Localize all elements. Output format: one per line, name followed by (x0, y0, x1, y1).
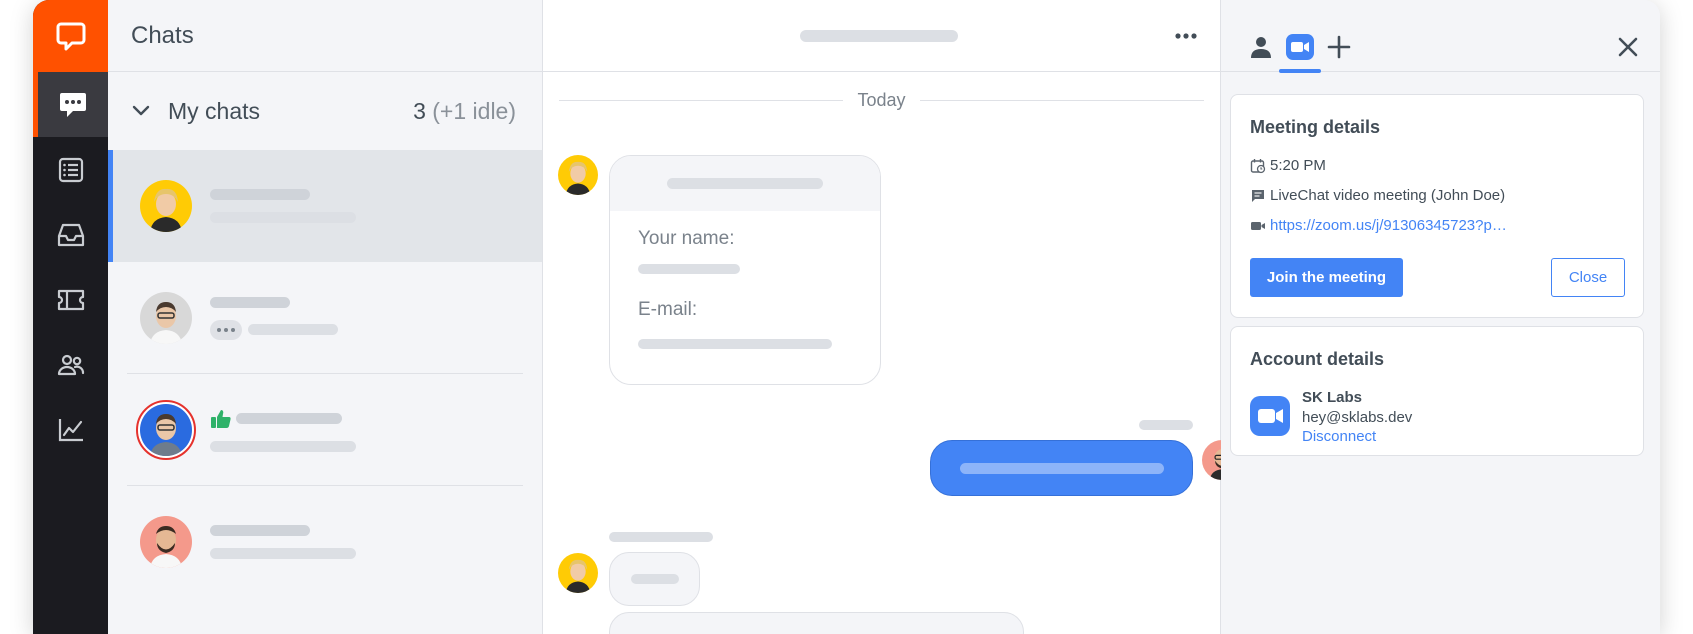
chat-preview (210, 525, 356, 559)
chat-preview (210, 189, 356, 223)
meeting-topic: LiveChat video meeting (John Doe) (1250, 187, 1505, 204)
account-details-card: Account details SK Labs hey@sklabs.dev D… (1230, 326, 1644, 456)
meeting-details-card: Meeting details 5:20 PM LiveChat video m… (1230, 94, 1644, 318)
disconnect-link[interactable]: Disconnect (1302, 428, 1376, 445)
typing-indicator (210, 319, 242, 340)
chat-preview (210, 296, 338, 340)
account-name: SK Labs (1302, 389, 1363, 406)
my-chats-section-toggle[interactable]: My chats 3 (+1 idle) (108, 72, 542, 150)
video-camera-icon (1251, 221, 1265, 230)
zoom-video-icon (1286, 34, 1314, 60)
chat-list-item[interactable] (108, 150, 542, 262)
reports-icon (58, 418, 83, 441)
chat-list-item[interactable] (108, 374, 542, 486)
livechat-logo-icon (56, 22, 85, 51)
tab-add-app[interactable] (1322, 30, 1356, 64)
prechat-form-card: Your name: E-mail: (609, 155, 881, 385)
calendar-clock-icon (1250, 158, 1266, 173)
email-field-label: E-mail: (638, 299, 698, 320)
account-details-title: Account details (1250, 349, 1385, 369)
day-divider: Today (559, 90, 1205, 111)
details-panel: Meeting details 5:20 PM LiveChat video m… (1221, 0, 1660, 634)
avatar (558, 155, 598, 195)
chats-list-header: Chats (108, 0, 542, 72)
more-options-icon[interactable] (1174, 32, 1198, 40)
avatar (140, 292, 192, 344)
avatar (140, 516, 192, 568)
avatar (558, 553, 598, 593)
inbox-icon (57, 223, 84, 246)
incoming-message (609, 612, 1024, 634)
join-meeting-button[interactable]: Join the meeting (1250, 258, 1403, 297)
message-icon (1252, 189, 1264, 202)
outgoing-message (930, 440, 1193, 496)
nav-item-chats[interactable] (33, 72, 108, 137)
avatar (140, 180, 192, 232)
conversation-panel: Today Your name: E-mail: (543, 0, 1242, 634)
nav-item-inbox[interactable] (33, 202, 108, 267)
zoom-logo-icon (1250, 396, 1290, 436)
meeting-link[interactable]: https://zoom.us/j/91306345723?p… (1270, 217, 1507, 234)
thumbs-up-icon (211, 409, 231, 428)
customers-icon (57, 354, 84, 375)
chat-preview (210, 409, 356, 452)
meeting-link-row: https://zoom.us/j/91306345723?p… (1250, 217, 1507, 234)
tickets-icon (57, 289, 84, 310)
nav-item-tickets[interactable] (33, 267, 108, 332)
chat-list-item[interactable] (108, 262, 542, 374)
chats-icon (60, 92, 86, 117)
livechat-app-window: Chats My chats 3 (+1 idle) Today Your na… (33, 0, 1660, 634)
chevron-down-icon (132, 105, 150, 116)
plus-icon (1327, 35, 1351, 59)
nav-item-reports[interactable] (33, 397, 108, 462)
chat-list-item[interactable] (108, 486, 542, 598)
meeting-time: 5:20 PM (1250, 157, 1326, 174)
details-tabs (1221, 0, 1660, 73)
page-title: Chats (131, 21, 194, 49)
nav-item-customers[interactable] (33, 332, 108, 397)
day-divider-label: Today (857, 90, 906, 110)
livechat-logo[interactable] (33, 0, 108, 72)
chats-list-panel: Chats My chats 3 (+1 idle) (108, 0, 543, 634)
close-panel-button[interactable] (1611, 30, 1645, 64)
main-navigation (33, 0, 108, 634)
meeting-details-title: Meeting details (1250, 117, 1381, 137)
incoming-message (609, 552, 700, 606)
tab-zoom-integration[interactable] (1279, 30, 1321, 73)
account-email: hey@sklabs.dev (1302, 409, 1413, 426)
close-meeting-button[interactable]: Close (1551, 258, 1625, 297)
person-icon (1251, 37, 1271, 58)
nav-item-archives[interactable] (33, 137, 108, 202)
idle-count: (+1 idle) (432, 97, 516, 124)
conversation-header (543, 0, 1220, 72)
archives-icon (58, 157, 83, 182)
avatar (136, 400, 196, 460)
tab-customer-details[interactable] (1244, 30, 1278, 64)
conversation-title-placeholder (800, 30, 958, 42)
close-icon (1618, 37, 1638, 57)
chat-count: 3 (+1 idle) (413, 97, 516, 124)
name-field-label: Your name: (638, 228, 735, 249)
section-title: My chats (168, 97, 261, 124)
